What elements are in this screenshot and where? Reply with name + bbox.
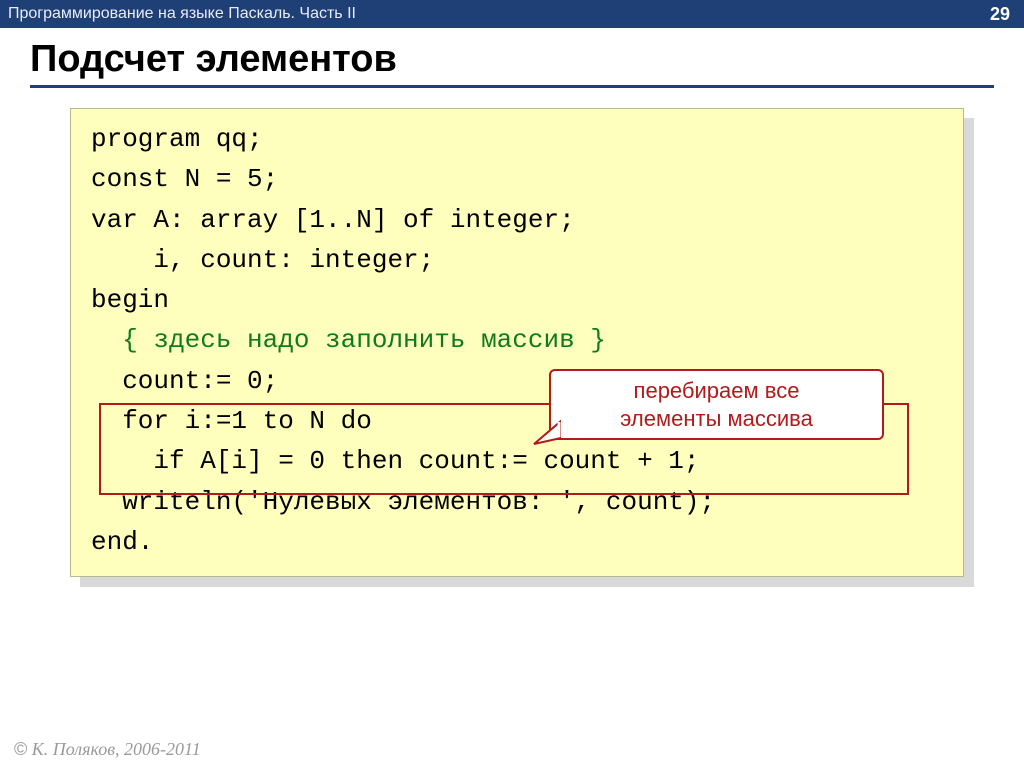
code-line: const N = 5; (91, 164, 278, 194)
callout-annotation: перебираем все элементы массива (549, 369, 884, 440)
copyright-symbol: © (14, 739, 27, 759)
footer-copyright: © К. Поляков, 2006-2011 (14, 739, 201, 760)
code-block: program qq; const N = 5; var A: array [1… (70, 108, 964, 577)
title-underline (30, 85, 994, 88)
slide-title: Подсчет элементов (30, 38, 994, 81)
title-zone: Подсчет элементов (0, 28, 1024, 94)
code-line: if A[i] = 0 then count:= count + 1; (91, 446, 700, 476)
code-line: i, count: integer; (91, 245, 434, 275)
callout-line: элементы массива (620, 406, 813, 431)
callout-pointer-icon (531, 416, 561, 446)
code-line: end. (91, 527, 153, 557)
code-line: var A: array [1..N] of integer; (91, 205, 575, 235)
code-line: for i:=1 to N do (91, 406, 372, 436)
header-bar: Программирование на языке Паскаль. Часть… (0, 0, 1024, 28)
footer-text: К. Поляков, 2006-2011 (27, 739, 200, 759)
slide: { "header": { "course": "Программировани… (0, 0, 1024, 768)
code-line: writeln('Нулевых элементов: ', count); (91, 487, 715, 517)
code-block-wrap: program qq; const N = 5; var A: array [1… (70, 108, 964, 577)
code-line: begin (91, 285, 169, 315)
page-number: 29 (990, 4, 1010, 25)
course-title: Программирование на языке Паскаль. Часть… (8, 5, 356, 23)
code-line-comment: { здесь надо заполнить массив } (91, 325, 606, 355)
code-line: count:= 0; (91, 366, 278, 396)
code-line: program qq; (91, 124, 263, 154)
callout-line: перебираем все (634, 378, 800, 403)
code-listing: program qq; const N = 5; var A: array [1… (91, 119, 943, 562)
